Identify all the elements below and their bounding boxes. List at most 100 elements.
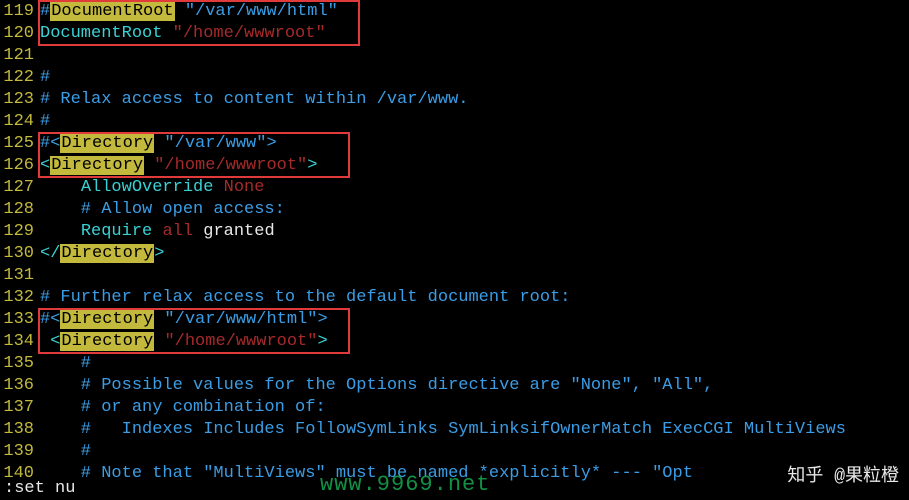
token <box>40 222 81 241</box>
code-line[interactable]: 134 <Directory "/home/wwwroot"> <box>0 331 909 353</box>
code-line[interactable]: 127 AllowOverride None <box>0 177 909 199</box>
code-line[interactable]: 125#<Directory "/var/www"> <box>0 133 909 155</box>
line-number: 130 <box>0 243 40 265</box>
token: > <box>317 332 327 351</box>
line-content: <Directory "/home/wwwroot"> <box>40 331 909 353</box>
token: all <box>162 222 193 241</box>
line-number: 134 <box>0 331 40 353</box>
line-number: 120 <box>0 23 40 45</box>
token: Require <box>81 222 152 241</box>
code-line[interactable]: 122# <box>0 67 909 89</box>
token: #< <box>40 310 60 329</box>
line-number: 132 <box>0 287 40 309</box>
token: DocumentRoot <box>40 24 162 43</box>
token <box>213 178 223 197</box>
line-content: # <box>40 111 909 133</box>
line-number: 138 <box>0 419 40 441</box>
code-line[interactable]: 126<Directory "/home/wwwroot"> <box>0 155 909 177</box>
token: # <box>40 354 91 373</box>
code-line[interactable]: 135 # <box>0 353 909 375</box>
token: # Further relax access to the default do… <box>40 288 571 307</box>
token: Directory <box>60 134 154 153</box>
line-number: 123 <box>0 89 40 111</box>
token: # or any combination of: <box>40 398 326 417</box>
line-content: #DocumentRoot "/var/www/html" <box>40 1 909 23</box>
line-content: # <box>40 441 909 463</box>
token <box>162 24 172 43</box>
token: Directory <box>60 244 154 263</box>
line-number: 133 <box>0 309 40 331</box>
token <box>193 222 203 241</box>
code-line[interactable]: 123# Relax access to content within /var… <box>0 89 909 111</box>
code-line[interactable]: 136 # Possible values for the Options di… <box>0 375 909 397</box>
token: "/var/www"> <box>154 134 276 153</box>
line-number: 124 <box>0 111 40 133</box>
line-number: 125 <box>0 133 40 155</box>
code-line[interactable]: 139 # <box>0 441 909 463</box>
line-content: <Directory "/home/wwwroot"> <box>40 155 909 177</box>
line-content: Require all granted <box>40 221 909 243</box>
code-line[interactable]: 138 # Indexes Includes FollowSymLinks Sy… <box>0 419 909 441</box>
token: None <box>224 178 265 197</box>
line-content: AllowOverride None <box>40 177 909 199</box>
line-content: # Further relax access to the default do… <box>40 287 909 309</box>
code-line[interactable]: 132# Further relax access to the default… <box>0 287 909 309</box>
code-line[interactable]: 121 <box>0 45 909 67</box>
token <box>144 156 154 175</box>
code-line[interactable]: 140 # Note that "MultiViews" must be nam… <box>0 463 909 485</box>
token: # <box>40 2 50 21</box>
line-content: # Note that "MultiViews" must be named *… <box>40 463 909 485</box>
code-line[interactable]: 124# <box>0 111 909 133</box>
code-line[interactable]: 129 Require all granted <box>0 221 909 243</box>
vim-command-line[interactable]: :set nu <box>0 478 75 500</box>
line-content: #<Directory "/var/www/html"> <box>40 309 909 331</box>
code-line[interactable]: 133#<Directory "/var/www/html"> <box>0 309 909 331</box>
token <box>152 222 162 241</box>
token: "/var/www/html"> <box>154 310 327 329</box>
code-line[interactable]: 120DocumentRoot "/home/wwwroot" <box>0 23 909 45</box>
line-content: # Possible values for the Options direct… <box>40 375 909 397</box>
token: # Possible values for the Options direct… <box>40 376 713 395</box>
token: "/var/www/html" <box>175 2 338 21</box>
code-line[interactable]: 130</Directory> <box>0 243 909 265</box>
token: # Allow open access: <box>40 200 285 219</box>
line-number: 131 <box>0 265 40 287</box>
token: > <box>307 156 317 175</box>
line-number: 139 <box>0 441 40 463</box>
token: > <box>154 244 164 263</box>
line-number: 137 <box>0 397 40 419</box>
code-line[interactable]: 131 <box>0 265 909 287</box>
token: "/home/wwwroot" <box>173 24 326 43</box>
line-content: # <box>40 353 909 375</box>
code-line[interactable]: 119#DocumentRoot "/var/www/html" <box>0 1 909 23</box>
line-number: 121 <box>0 45 40 67</box>
line-number: 129 <box>0 221 40 243</box>
token <box>154 332 164 351</box>
line-content: # <box>40 67 909 89</box>
token: Directory <box>60 332 154 351</box>
line-content: # or any combination of: <box>40 397 909 419</box>
token: < <box>40 156 50 175</box>
token: # Note that "MultiViews" must be named *… <box>40 464 693 483</box>
token: Directory <box>50 156 144 175</box>
token: # <box>40 68 50 87</box>
editor-viewport[interactable]: 119#DocumentRoot "/var/www/html"120Docum… <box>0 0 909 485</box>
line-number: 126 <box>0 155 40 177</box>
token: </ <box>40 244 60 263</box>
line-content: #<Directory "/var/www"> <box>40 133 909 155</box>
token: < <box>40 332 60 351</box>
line-number: 135 <box>0 353 40 375</box>
line-number: 119 <box>0 1 40 23</box>
token: # Relax access to content within /var/ww… <box>40 90 468 109</box>
line-content: # Allow open access: <box>40 199 909 221</box>
code-line[interactable]: 137 # or any combination of: <box>0 397 909 419</box>
code-line[interactable]: 128 # Allow open access: <box>0 199 909 221</box>
token: # <box>40 112 50 131</box>
line-number: 128 <box>0 199 40 221</box>
line-content: # Relax access to content within /var/ww… <box>40 89 909 111</box>
token: # Indexes Includes FollowSymLinks SymLin… <box>40 420 846 439</box>
token <box>40 178 81 197</box>
token: granted <box>203 222 274 241</box>
token: # <box>40 442 91 461</box>
line-content: DocumentRoot "/home/wwwroot" <box>40 23 909 45</box>
